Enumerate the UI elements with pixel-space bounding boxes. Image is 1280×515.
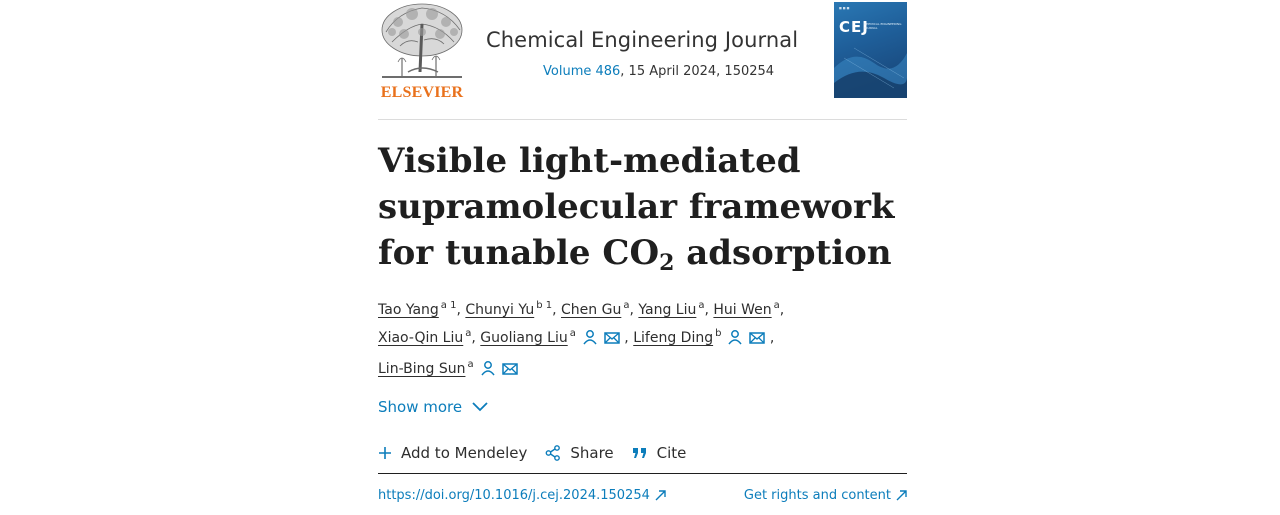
author-separator: , — [619, 330, 634, 346]
elsevier-logo[interactable]: ELSEVIER — [378, 2, 466, 101]
doi-link[interactable]: https://doi.org/10.1016/j.cej.2024.15025… — [378, 488, 666, 503]
plus-icon — [379, 446, 391, 459]
author-name[interactable]: Lin-Bing Sun — [378, 361, 465, 377]
author-separator: , — [471, 330, 481, 346]
chevron-down-icon — [472, 402, 488, 412]
author-entry: Lifeng Ding b , — [633, 328, 775, 347]
rights-text: Get rights and content — [743, 488, 891, 503]
volume-info: Volume 486, 15 April 2024, 150254 — [543, 64, 774, 79]
add-to-mendeley-label: Add to Mendeley — [401, 443, 528, 462]
article-actions-bar: Add to Mendeley Share Cite — [378, 440, 907, 474]
mail-icon[interactable] — [749, 327, 766, 355]
cover-art-graphic — [834, 47, 907, 98]
author-affiliation[interactable]: a — [570, 328, 576, 339]
author-entry: Chen Gu a, — [561, 301, 638, 319]
cover-subtitle: CHEMICAL ENGINEERING JOURNAL — [864, 22, 902, 30]
author-affiliation[interactable]: a — [467, 359, 473, 370]
cite-label: Cite — [656, 443, 687, 462]
share-button[interactable]: Share — [545, 443, 614, 462]
author-name[interactable]: Chen Gu — [561, 302, 621, 318]
show-more-label: Show more — [378, 398, 463, 416]
person-icon[interactable] — [727, 327, 743, 355]
author-name[interactable]: Yang Liu — [638, 302, 696, 318]
show-more-button[interactable]: Show more — [378, 398, 488, 416]
cover-top-text: ■ ■ ■ — [839, 6, 850, 10]
author-name[interactable]: Chunyi Yu — [465, 302, 534, 318]
author-name[interactable]: Guoliang Liu — [480, 330, 567, 346]
external-link-icon — [655, 490, 666, 501]
author-name[interactable]: Tao Yang — [378, 302, 439, 318]
external-link-icon — [896, 490, 907, 501]
article-header: ELSEVIER Chemical Engineering Journal Vo… — [378, 0, 907, 120]
person-icon[interactable] — [582, 327, 598, 355]
author-separator: , — [765, 330, 775, 346]
author-name[interactable]: Lifeng Ding — [633, 330, 713, 346]
author-entry: Tao Yang a 1, — [378, 300, 465, 319]
journal-cover[interactable]: ■ ■ ■ CEJ CHEMICAL ENGINEERING JOURNAL — [834, 2, 907, 98]
rights-and-content-link[interactable]: Get rights and content — [744, 488, 907, 503]
mail-icon[interactable] — [604, 327, 620, 355]
person-icon[interactable] — [480, 358, 496, 386]
elsevier-tree-icon — [381, 3, 463, 78]
elsevier-wordmark: ELSEVIER — [380, 84, 464, 101]
author-separator: , — [552, 302, 562, 318]
cite-button[interactable]: Cite — [632, 443, 687, 462]
title-subscript: 2 — [659, 250, 675, 276]
author-affiliation[interactable]: a 1 — [441, 300, 457, 311]
article-title: Visible light-mediated supramolecular fr… — [378, 138, 907, 276]
title-text-end: adsorption — [674, 233, 892, 273]
doi-text: https://doi.org/10.1016/j.cej.2024.15025… — [378, 488, 650, 503]
share-icon — [545, 444, 561, 461]
volume-link[interactable]: Volume 486 — [543, 64, 620, 79]
author-affiliation[interactable]: b 1 — [536, 300, 552, 311]
share-label: Share — [570, 443, 614, 462]
mail-icon[interactable] — [501, 358, 518, 386]
issue-info: , 15 April 2024, 150254 — [620, 64, 775, 79]
quote-icon — [632, 447, 646, 458]
author-list: Tao Yang a 1, Chunyi Yu b 1, Chen Gu a, Yan… — [378, 296, 907, 386]
author-entry: Yang Liu a, — [638, 301, 713, 319]
author-name[interactable]: Hui Wen — [713, 302, 771, 318]
author-affiliation[interactable]: b — [715, 328, 721, 339]
author-name[interactable]: Xiao-Qin Liu — [378, 330, 463, 346]
author-entry: Guoliang Liu a , — [480, 328, 634, 347]
add-to-mendeley-button[interactable]: Add to Mendeley — [378, 444, 527, 462]
author-separator: , — [779, 302, 785, 318]
author-entry: Chunyi Yu b 1, — [465, 300, 562, 319]
author-entry: Xiao-Qin Liu a, — [378, 329, 481, 347]
journal-title[interactable]: Chemical Engineering Journal — [486, 28, 798, 52]
author-entry: Lin-Bing Sun a — [378, 359, 518, 377]
author-entry: Hui Wen a, — [713, 301, 785, 319]
